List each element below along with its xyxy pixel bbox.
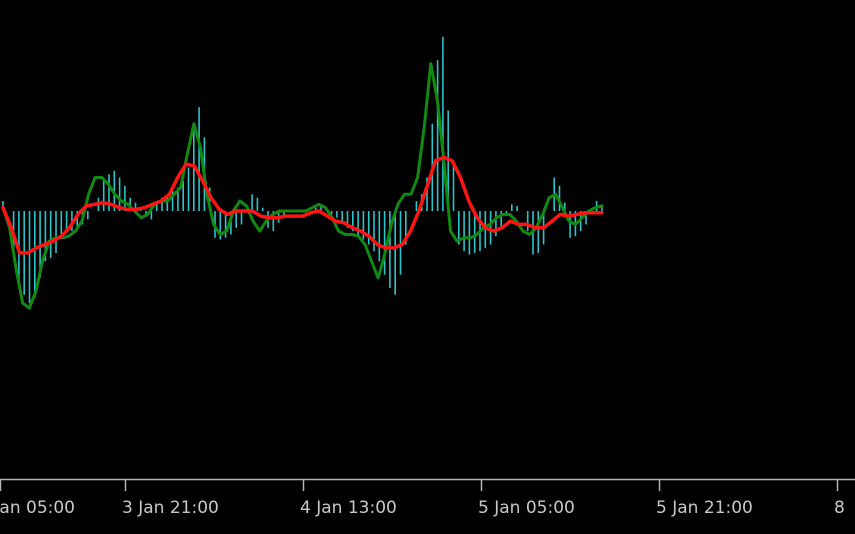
x-tick-label: 5 Jan 05:00 (478, 498, 575, 518)
chart-background (0, 0, 855, 534)
x-tick-label: 5 Jan 21:00 (656, 498, 753, 518)
x-tick-label: 8 (834, 498, 845, 518)
x-tick-label: 3 Jan 21:00 (122, 498, 219, 518)
x-tick-label: 4 Jan 13:00 (300, 498, 397, 518)
oscillator-chart: 3 Jan 05:00 3 Jan 21:00 4 Jan 13:00 5 Jan 0… (0, 0, 855, 534)
x-tick-label: 3 Jan 05:00 (0, 498, 75, 518)
